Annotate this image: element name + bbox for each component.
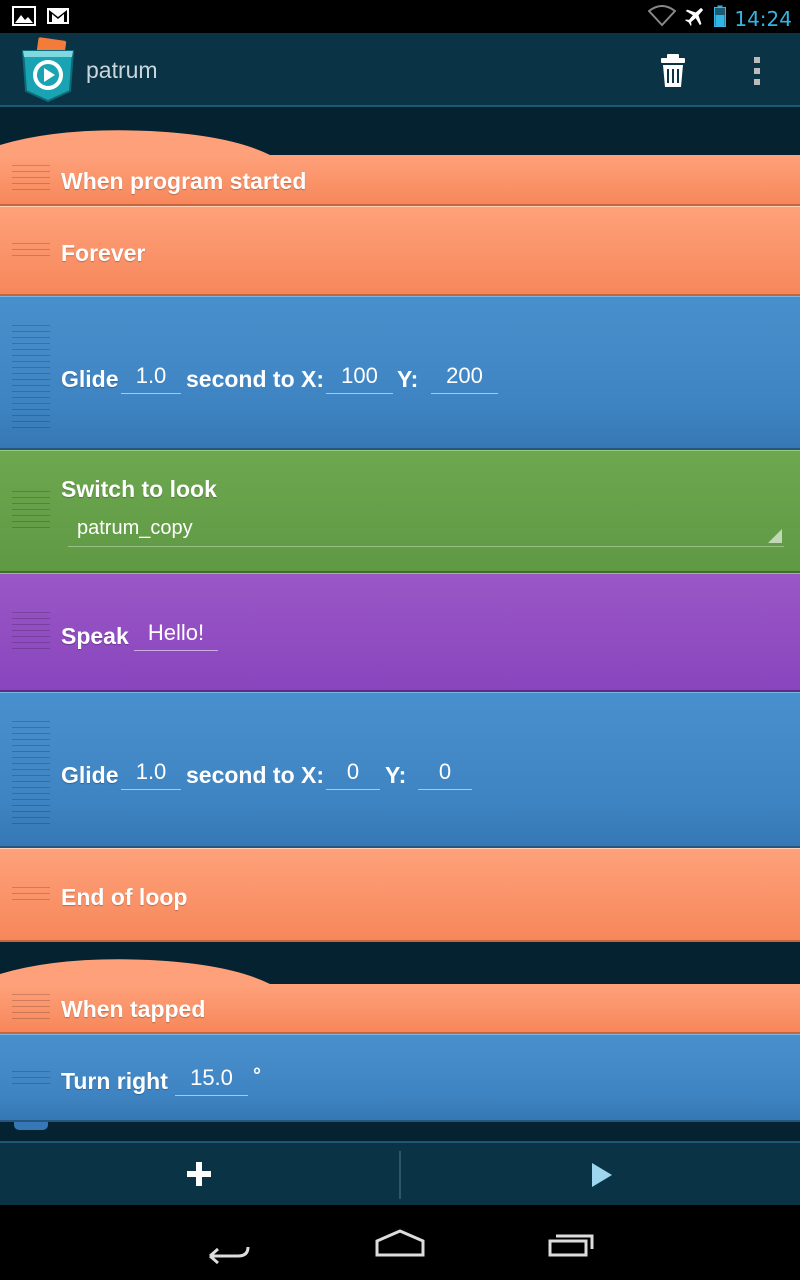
play-icon <box>592 1163 612 1187</box>
speak-brick[interactable]: Speak Hello! <box>0 573 800 692</box>
drag-handle[interactable] <box>12 994 50 1024</box>
glide-x-field[interactable]: 0 <box>326 759 380 790</box>
gallery-notification-icon <box>12 6 36 31</box>
forever-brick[interactable]: Forever <box>0 206 800 296</box>
back-icon <box>209 1246 250 1265</box>
brick-label: Y: <box>397 366 419 392</box>
wifi-icon <box>647 5 677 32</box>
recent-apps-icon <box>548 1234 594 1257</box>
drag-handle[interactable] <box>12 165 50 195</box>
back-button[interactable] <box>190 1219 270 1265</box>
glide-brick[interactable]: Glide 1.0 second to X: 100 Y: 200 <box>0 296 800 450</box>
drag-handle[interactable] <box>12 612 50 654</box>
degree-unit: ° <box>253 1065 261 1087</box>
clock: 14:24 <box>734 6 792 31</box>
glide-y-field[interactable]: 200 <box>431 363 498 394</box>
glide-x-field[interactable]: 100 <box>326 363 393 394</box>
look-dropdown-value: patrum_copy <box>77 517 193 539</box>
delete-button[interactable] <box>654 51 692 91</box>
brick-label: Turn right <box>61 1068 168 1094</box>
brick-label: Forever <box>61 240 146 266</box>
bottom-bar <box>0 1141 800 1205</box>
brick-label: End of loop <box>61 884 188 910</box>
glide-seconds-field[interactable]: 1.0 <box>121 363 181 394</box>
script-area[interactable]: When program started Forever Glide 1.0 s… <box>0 107 800 1141</box>
when-tapped-brick[interactable]: When tapped <box>0 984 800 1034</box>
turn-degrees-field[interactable]: 15.0 <box>175 1065 248 1096</box>
speak-text-field[interactable]: Hello! <box>134 620 218 651</box>
app-logo-icon[interactable] <box>20 37 76 103</box>
airplane-mode-icon <box>684 5 706 32</box>
drag-handle[interactable] <box>12 325 50 433</box>
home-button[interactable] <box>360 1219 440 1265</box>
drag-handle[interactable] <box>12 721 50 829</box>
brick-label: Speak <box>61 623 129 649</box>
home-icon <box>375 1229 425 1257</box>
screen: 14:24 patrum When program started Foreve… <box>0 0 800 1280</box>
plus-icon <box>187 1162 211 1186</box>
page-title: patrum <box>86 57 158 83</box>
hat-brick-cap <box>0 959 800 986</box>
brick-label: second to X: <box>186 366 325 392</box>
brick-label: second to X: <box>186 762 325 788</box>
more-vertical-icon <box>754 57 760 85</box>
brick-label: When tapped <box>61 996 206 1022</box>
turn-right-brick[interactable]: Turn right 15.0 ° <box>0 1034 800 1122</box>
trash-icon <box>661 54 685 87</box>
play-button[interactable] <box>401 1143 800 1205</box>
overflow-menu-button[interactable] <box>742 51 772 91</box>
drag-handle[interactable] <box>12 491 50 533</box>
look-dropdown[interactable]: patrum_copy <box>68 517 784 547</box>
brick-label: Y: <box>385 762 407 788</box>
brick-label: When program started <box>61 168 307 194</box>
add-brick-button[interactable] <box>0 1143 399 1205</box>
status-bar: 14:24 <box>0 0 800 33</box>
drag-handle[interactable] <box>12 1071 50 1089</box>
action-bar: patrum <box>0 33 800 107</box>
end-of-loop-brick[interactable]: End of loop <box>0 848 800 942</box>
glide-brick[interactable]: Glide 1.0 second to X: 0 Y: 0 <box>0 692 800 848</box>
battery-icon <box>714 5 727 32</box>
brick-connector <box>14 1122 48 1130</box>
recent-apps-button[interactable] <box>530 1219 610 1265</box>
glide-y-field[interactable]: 0 <box>418 759 472 790</box>
brick-label: Glide <box>61 762 119 788</box>
drag-handle[interactable] <box>12 887 50 905</box>
drag-handle[interactable] <box>12 243 50 261</box>
navigation-bar <box>0 1205 800 1280</box>
glide-seconds-field[interactable]: 1.0 <box>121 759 181 790</box>
brick-label: Switch to look <box>61 476 217 502</box>
switch-to-look-brick[interactable]: Switch to look patrum_copy <box>0 450 800 573</box>
brick-label: Glide <box>61 366 119 392</box>
gmail-notification-icon <box>46 6 70 31</box>
dropdown-arrow-icon <box>768 529 782 543</box>
hat-brick-cap <box>0 130 800 157</box>
when-program-started-brick[interactable]: When program started <box>0 155 800 206</box>
